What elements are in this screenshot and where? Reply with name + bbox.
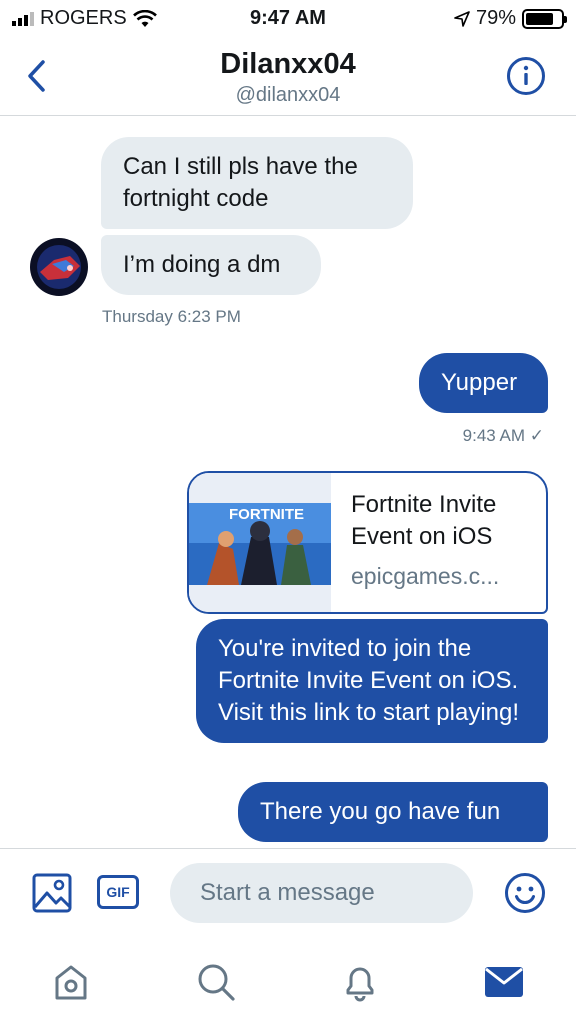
link-thumbnail: FORTNITE (189, 473, 331, 612)
message-text: There you go have fun (260, 798, 501, 825)
info-button[interactable] (506, 56, 546, 96)
home-icon (55, 965, 87, 1000)
add-photo-button[interactable] (32, 873, 72, 913)
smiley-icon (505, 873, 545, 913)
emoji-button[interactable] (504, 872, 546, 914)
battery-level-fill (526, 12, 553, 25)
tab-search[interactable] (194, 960, 238, 1004)
gif-label: GIF (106, 884, 130, 900)
tab-home[interactable] (49, 960, 93, 1004)
conversation-handle: @dilanxx04 (235, 84, 341, 106)
battery-icon (522, 8, 567, 29)
outgoing-message[interactable]: Yupper (419, 353, 548, 413)
notifications-icon (346, 967, 374, 1002)
message-composer: GIF (0, 848, 576, 936)
outgoing-message[interactable]: You're invited to join the Fortnite Invi… (196, 619, 548, 743)
message-input[interactable] (170, 863, 473, 923)
message-text: Can I still pls have the fortnight code (123, 153, 358, 212)
tab-notifications[interactable] (338, 960, 382, 1004)
incoming-message[interactable]: Can I still pls have the fortnight code (101, 137, 413, 229)
message-timestamp: 9:43 AM ✓ (462, 426, 544, 445)
fortnite-thumbnail-image: FORTNITE (189, 473, 331, 612)
search-icon (198, 964, 235, 1001)
tab-bar (0, 936, 576, 1024)
conversation-display-name: Dilanxx04 (220, 48, 356, 80)
link-title: Fortnite Invite Event on iOS (351, 491, 497, 550)
message-text: I’m doing a dm (123, 251, 281, 278)
link-domain: epicgames.c... (351, 563, 500, 589)
status-bar: ROGERS 9:47 AM 79% (0, 0, 576, 38)
image-icon (32, 873, 72, 913)
status-right: 79% (454, 7, 567, 30)
message-text: You're invited to join the Fortnite Invi… (218, 635, 520, 726)
link-preview-card[interactable]: FORTNITE Fortnite Invite Event on iOS ep… (187, 471, 548, 614)
outgoing-message[interactable]: There you go have fun (238, 782, 548, 842)
tab-messages[interactable] (482, 960, 526, 1004)
message-text: Yupper (441, 369, 518, 396)
gif-button[interactable]: GIF (97, 875, 139, 909)
conversation-header: Dilanxx04 @dilanxx04 (0, 38, 576, 116)
avatar[interactable] (30, 238, 88, 296)
messages-icon (485, 967, 523, 997)
incoming-message[interactable]: I’m doing a dm (101, 235, 321, 295)
battery-percent: 79% (475, 7, 516, 29)
info-icon (507, 57, 545, 95)
message-timestamp: Thursday 6:23 PM (102, 307, 241, 326)
location-arrow-icon (454, 10, 470, 27)
thumbnail-brand-text: FORTNITE (229, 506, 304, 523)
avatar-image (30, 238, 88, 296)
